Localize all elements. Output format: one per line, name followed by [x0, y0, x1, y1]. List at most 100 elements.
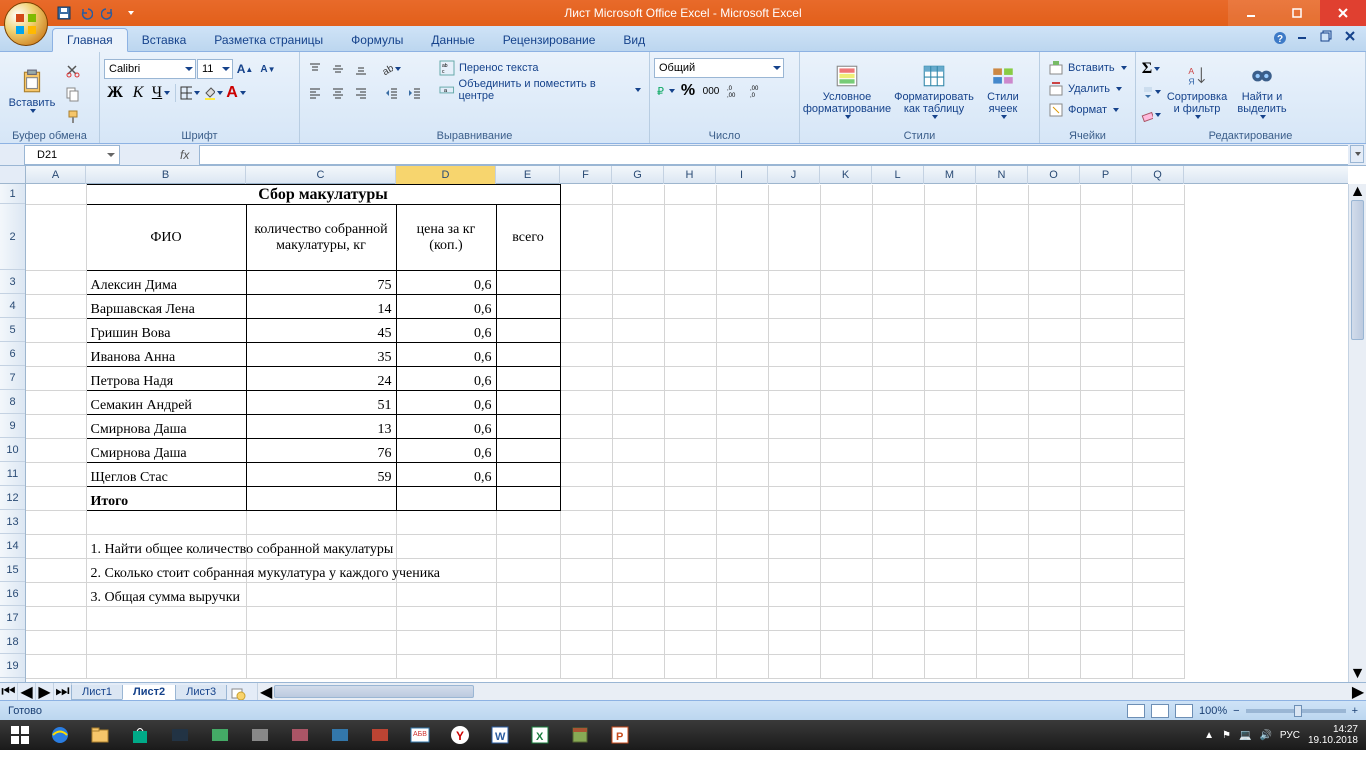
decrease-font-button[interactable]: A▼	[257, 58, 279, 80]
cell-P17[interactable]	[1080, 607, 1132, 631]
cell-L19[interactable]	[872, 655, 924, 679]
col-header-K[interactable]: K	[820, 166, 872, 184]
cell-L11[interactable]	[872, 463, 924, 487]
cell-I15[interactable]	[716, 559, 768, 583]
fx-icon[interactable]: fx	[180, 148, 189, 162]
row-header-5[interactable]: 5	[0, 318, 25, 342]
cell-H4[interactable]	[664, 295, 716, 319]
cell-D3[interactable]: 0,6	[396, 271, 496, 295]
cell-M4[interactable]	[924, 295, 976, 319]
font-color-button[interactable]: A	[225, 82, 247, 104]
cell-G9[interactable]	[612, 415, 664, 439]
cell-Q11[interactable]	[1132, 463, 1184, 487]
cell-A15[interactable]	[26, 559, 86, 583]
cell-C8[interactable]: 51	[246, 391, 396, 415]
tray-network-icon[interactable]: 💻	[1239, 730, 1251, 741]
cell-M17[interactable]	[924, 607, 976, 631]
last-sheet-button[interactable]: ⏭	[54, 683, 72, 700]
cell-J18[interactable]	[768, 631, 820, 655]
cell-E18[interactable]	[496, 631, 560, 655]
delete-cells-button[interactable]: Удалить	[1044, 79, 1126, 99]
cell-H3[interactable]	[664, 271, 716, 295]
cell-Q17[interactable]	[1132, 607, 1184, 631]
cell-P3[interactable]	[1080, 271, 1132, 295]
page-break-view-button[interactable]	[1175, 704, 1193, 718]
cell-C2[interactable]: количество собранной макулатуры, кг	[246, 205, 396, 271]
cell-I19[interactable]	[716, 655, 768, 679]
cell-G11[interactable]	[612, 463, 664, 487]
cell-P7[interactable]	[1080, 367, 1132, 391]
col-header-B[interactable]: B	[86, 166, 246, 184]
cell-N11[interactable]	[976, 463, 1028, 487]
cell-F3[interactable]	[560, 271, 612, 295]
col-header-O[interactable]: O	[1028, 166, 1080, 184]
cell-O12[interactable]	[1028, 487, 1080, 511]
cell-F16[interactable]	[560, 583, 612, 607]
cell-P5[interactable]	[1080, 319, 1132, 343]
cell-N6[interactable]	[976, 343, 1028, 367]
cell-G17[interactable]	[612, 607, 664, 631]
cell-A18[interactable]	[26, 631, 86, 655]
cell-L14[interactable]	[872, 535, 924, 559]
col-header-E[interactable]: E	[496, 166, 560, 184]
cell-B17[interactable]	[86, 607, 246, 631]
cell-I18[interactable]	[716, 631, 768, 655]
cell-D19[interactable]	[396, 655, 496, 679]
align-top-button[interactable]	[304, 58, 326, 80]
cell-D4[interactable]: 0,6	[396, 295, 496, 319]
cell-L5[interactable]	[872, 319, 924, 343]
cell-O9[interactable]	[1028, 415, 1080, 439]
cell-L4[interactable]	[872, 295, 924, 319]
normal-view-button[interactable]	[1127, 704, 1145, 718]
row-header-14[interactable]: 14	[0, 534, 25, 558]
select-all-button[interactable]	[0, 166, 26, 184]
cell-I3[interactable]	[716, 271, 768, 295]
col-header-P[interactable]: P	[1080, 166, 1132, 184]
cell-F19[interactable]	[560, 655, 612, 679]
cell-B10[interactable]: Смирнова Даша	[86, 439, 246, 463]
row-header-11[interactable]: 11	[0, 462, 25, 486]
cell-F13[interactable]	[560, 511, 612, 535]
sheet-tab-Лист1[interactable]: Лист1	[71, 685, 123, 700]
cell-F9[interactable]	[560, 415, 612, 439]
fill-color-button[interactable]	[202, 82, 224, 104]
cell-J9[interactable]	[768, 415, 820, 439]
cell-P13[interactable]	[1080, 511, 1132, 535]
vertical-scrollbar[interactable]: ▲ ▼	[1348, 184, 1366, 682]
cell-B13[interactable]	[86, 511, 246, 535]
cell-P8[interactable]	[1080, 391, 1132, 415]
tray-show-hidden[interactable]: ▲	[1204, 730, 1214, 741]
cell-O7[interactable]	[1028, 367, 1080, 391]
cell-H9[interactable]	[664, 415, 716, 439]
cell-D16[interactable]	[396, 583, 496, 607]
cell-Q19[interactable]	[1132, 655, 1184, 679]
comma-button[interactable]: 000	[700, 80, 722, 102]
cell-K13[interactable]	[820, 511, 872, 535]
cell-Q8[interactable]	[1132, 391, 1184, 415]
cell-L12[interactable]	[872, 487, 924, 511]
increase-indent-button[interactable]	[403, 82, 425, 104]
cell-H17[interactable]	[664, 607, 716, 631]
col-header-N[interactable]: N	[976, 166, 1028, 184]
cell-N16[interactable]	[976, 583, 1028, 607]
row-header-15[interactable]: 15	[0, 558, 25, 582]
cell-E11[interactable]	[496, 463, 560, 487]
cell-A7[interactable]	[26, 367, 86, 391]
horizontal-scrollbar[interactable]: ◀ ▶	[257, 683, 1366, 700]
tab-data[interactable]: Данные	[417, 29, 488, 51]
cell-L7[interactable]	[872, 367, 924, 391]
cell-G10[interactable]	[612, 439, 664, 463]
cell-L18[interactable]	[872, 631, 924, 655]
cell-E8[interactable]	[496, 391, 560, 415]
row-header-6[interactable]: 6	[0, 342, 25, 366]
row-header-18[interactable]: 18	[0, 630, 25, 654]
cell-K10[interactable]	[820, 439, 872, 463]
cell-G3[interactable]	[612, 271, 664, 295]
cell-N5[interactable]	[976, 319, 1028, 343]
redo-icon[interactable]	[100, 5, 116, 21]
cell-J12[interactable]	[768, 487, 820, 511]
cell-N4[interactable]	[976, 295, 1028, 319]
cell-I11[interactable]	[716, 463, 768, 487]
col-header-A[interactable]: A	[26, 166, 86, 184]
col-header-C[interactable]: C	[246, 166, 396, 184]
